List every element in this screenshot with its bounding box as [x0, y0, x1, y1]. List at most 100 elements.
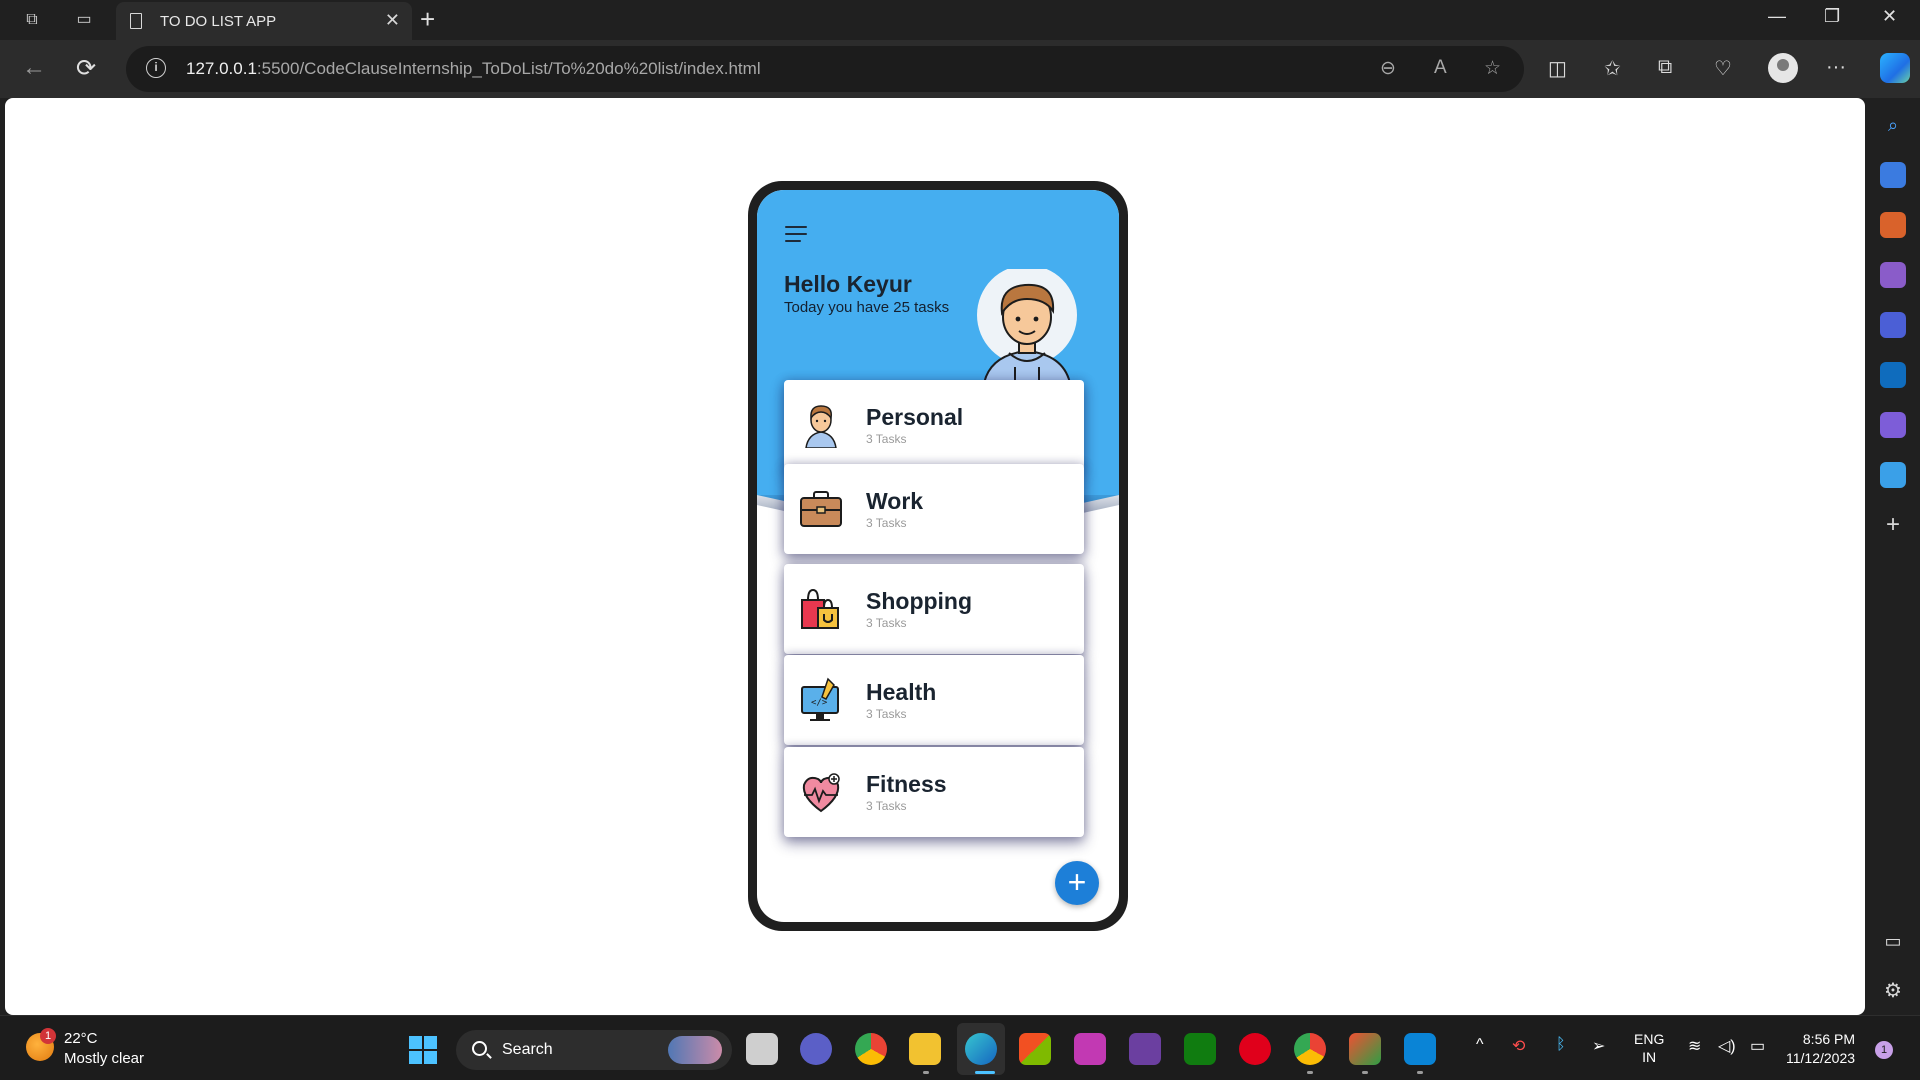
weather-badge: 1 — [40, 1028, 56, 1044]
category-card-fitness[interactable]: Fitness 3 Tasks — [784, 747, 1084, 837]
wps-icon[interactable] — [1074, 1033, 1106, 1065]
outlook-icon[interactable] — [1880, 362, 1906, 388]
add-icon[interactable]: + — [1880, 512, 1906, 538]
heart-pulse-icon — [802, 773, 840, 813]
profile-avatar[interactable] — [1768, 53, 1798, 83]
split-screen-icon[interactable]: ◫ — [1548, 56, 1567, 81]
category-card-work[interactable]: Work 3 Tasks — [784, 464, 1084, 554]
category-card-shopping[interactable]: Shopping 3 Tasks — [784, 564, 1084, 654]
wifi-icon[interactable]: ≋ — [1688, 1036, 1701, 1056]
editor-icon[interactable] — [1880, 412, 1906, 438]
tab-actions-icon[interactable]: ▭ — [72, 8, 96, 32]
panel-icon[interactable]: ▭ — [1880, 928, 1906, 954]
copilot-app-icon[interactable] — [1880, 312, 1906, 338]
category-task-count: 3 Tasks — [866, 799, 907, 813]
start-button[interactable] — [409, 1036, 437, 1064]
site-info-icon[interactable]: i — [146, 58, 166, 78]
restore-button[interactable]: ❐ — [1824, 6, 1840, 27]
svg-text:</>: </> — [811, 698, 828, 708]
browser-tab[interactable]: TO DO LIST APP ✕ — [116, 2, 412, 40]
tag-icon[interactable] — [1880, 162, 1906, 188]
search-icon — [472, 1041, 487, 1056]
weather-temperature[interactable]: 22°C — [64, 1030, 98, 1047]
back-button[interactable]: ← — [22, 54, 46, 82]
running-indicator — [1307, 1071, 1313, 1074]
chrome-icon[interactable] — [855, 1033, 887, 1065]
xbox-icon[interactable] — [1184, 1033, 1216, 1065]
category-task-count: 3 Tasks — [866, 432, 907, 446]
active-indicator — [975, 1071, 995, 1074]
send-icon[interactable] — [1880, 462, 1906, 488]
lang-region: IN — [1642, 1049, 1657, 1065]
category-task-count: 3 Tasks — [866, 616, 907, 630]
url-path: :5500/CodeClauseInternship_ToDoList/To%2… — [256, 59, 761, 78]
language-indicator[interactable]: ENG IN — [1634, 1030, 1664, 1066]
add-task-button[interactable]: + — [1055, 861, 1099, 905]
weather-description[interactable]: Mostly clear — [64, 1050, 144, 1067]
teams-chat-icon[interactable] — [800, 1033, 832, 1065]
running-indicator — [1362, 1071, 1368, 1074]
window-close-button[interactable]: ✕ — [1882, 6, 1897, 27]
running-indicator — [923, 1071, 929, 1074]
address-field[interactable]: i 127.0.0.1:5500/CodeClauseInternship_To… — [126, 46, 1524, 92]
store-icon[interactable] — [1019, 1033, 1051, 1065]
category-title: Personal — [866, 404, 964, 430]
collections-icon[interactable]: ⧉ — [1658, 56, 1672, 79]
system-clock[interactable]: 8:56 PM 11/12/2023 — [1786, 1030, 1855, 1068]
shopping-bags-icon — [801, 588, 839, 629]
chess-icon[interactable] — [1880, 262, 1906, 288]
refresh-button[interactable]: ⟳ — [76, 54, 96, 83]
search-icon[interactable]: ⌕ — [1880, 112, 1906, 138]
git-icon[interactable] — [1349, 1033, 1381, 1065]
category-title: Health — [866, 679, 937, 705]
zoom-out-icon[interactable]: ⊖ — [1380, 57, 1396, 80]
tab-title: TO DO LIST APP — [160, 13, 277, 30]
url-text[interactable]: 127.0.0.1:5500/CodeClauseInternship_ToDo… — [186, 59, 761, 79]
task-view-icon[interactable] — [746, 1033, 778, 1065]
settings-icon[interactable]: ⚙ — [1880, 978, 1906, 1004]
task-summary: Today you have 25 tasks — [784, 299, 950, 316]
toolbox-icon[interactable] — [1880, 212, 1906, 238]
opera-icon[interactable] — [1239, 1033, 1271, 1065]
location-icon[interactable]: ➢ — [1592, 1036, 1605, 1056]
bluetooth-icon[interactable]: ᛒ — [1556, 1036, 1566, 1054]
workspaces-icon[interactable]: ⧉ — [20, 8, 44, 32]
app-screen[interactable]: Hello Keyur Today you have 25 tasks Pers… — [757, 190, 1119, 922]
page-document-icon — [130, 13, 142, 29]
more-menu-icon[interactable]: ··· — [1826, 56, 1846, 79]
notification-badge[interactable]: 1 — [1875, 1041, 1893, 1059]
chrome-profile-icon[interactable] — [1294, 1033, 1326, 1065]
volume-icon[interactable]: ◁) — [1718, 1036, 1736, 1056]
avatar — [977, 269, 1077, 389]
hamburger-menu-icon[interactable] — [785, 226, 811, 246]
clock-time: 8:56 PM — [1802, 1031, 1856, 1047]
taskbar-search[interactable]: Search — [456, 1030, 732, 1070]
edge-sidebar: ⌕ + ▭ ⚙ — [1866, 98, 1920, 1015]
edge-icon[interactable] — [965, 1033, 997, 1065]
file-explorer-icon[interactable] — [909, 1033, 941, 1065]
read-aloud-icon[interactable]: A — [1434, 57, 1447, 79]
minimize-button[interactable]: — — [1768, 6, 1786, 27]
vscode-icon[interactable] — [1404, 1033, 1436, 1065]
url-host: 127.0.0.1 — [186, 59, 257, 78]
category-task-count: 3 Tasks — [866, 707, 907, 721]
tray-overflow-icon[interactable]: ^ — [1476, 1036, 1484, 1054]
copilot-icon[interactable] — [1880, 53, 1910, 83]
briefcase-icon — [800, 491, 842, 527]
category-card-personal[interactable]: Personal 3 Tasks — [784, 380, 1084, 470]
new-tab-button[interactable]: + — [420, 4, 435, 35]
clock-date: 11/12/2023 — [1786, 1050, 1856, 1066]
app-icon[interactable] — [1129, 1033, 1161, 1065]
title-bar: ⧉ ▭ TO DO LIST APP ✕ + — ❐ ✕ — [0, 0, 1920, 40]
favorites-icon[interactable]: ✩ — [1604, 56, 1621, 81]
browser-essentials-icon[interactable]: ♡ — [1714, 56, 1732, 81]
battery-icon[interactable]: ▭ — [1750, 1036, 1765, 1056]
sync-icon[interactable]: ⟲ — [1512, 1036, 1525, 1056]
address-bar-row: ← ⟳ i 127.0.0.1:5500/CodeClauseInternshi… — [0, 40, 1920, 98]
lang-code: ENG — [1634, 1031, 1665, 1047]
category-title: Shopping — [866, 588, 973, 614]
tab-close-icon[interactable]: ✕ — [385, 10, 400, 31]
favorite-star-icon[interactable]: ☆ — [1484, 57, 1501, 80]
category-card-health[interactable]: </> Health 3 Tasks — [784, 655, 1084, 745]
greeting: Hello Keyur — [784, 271, 912, 297]
